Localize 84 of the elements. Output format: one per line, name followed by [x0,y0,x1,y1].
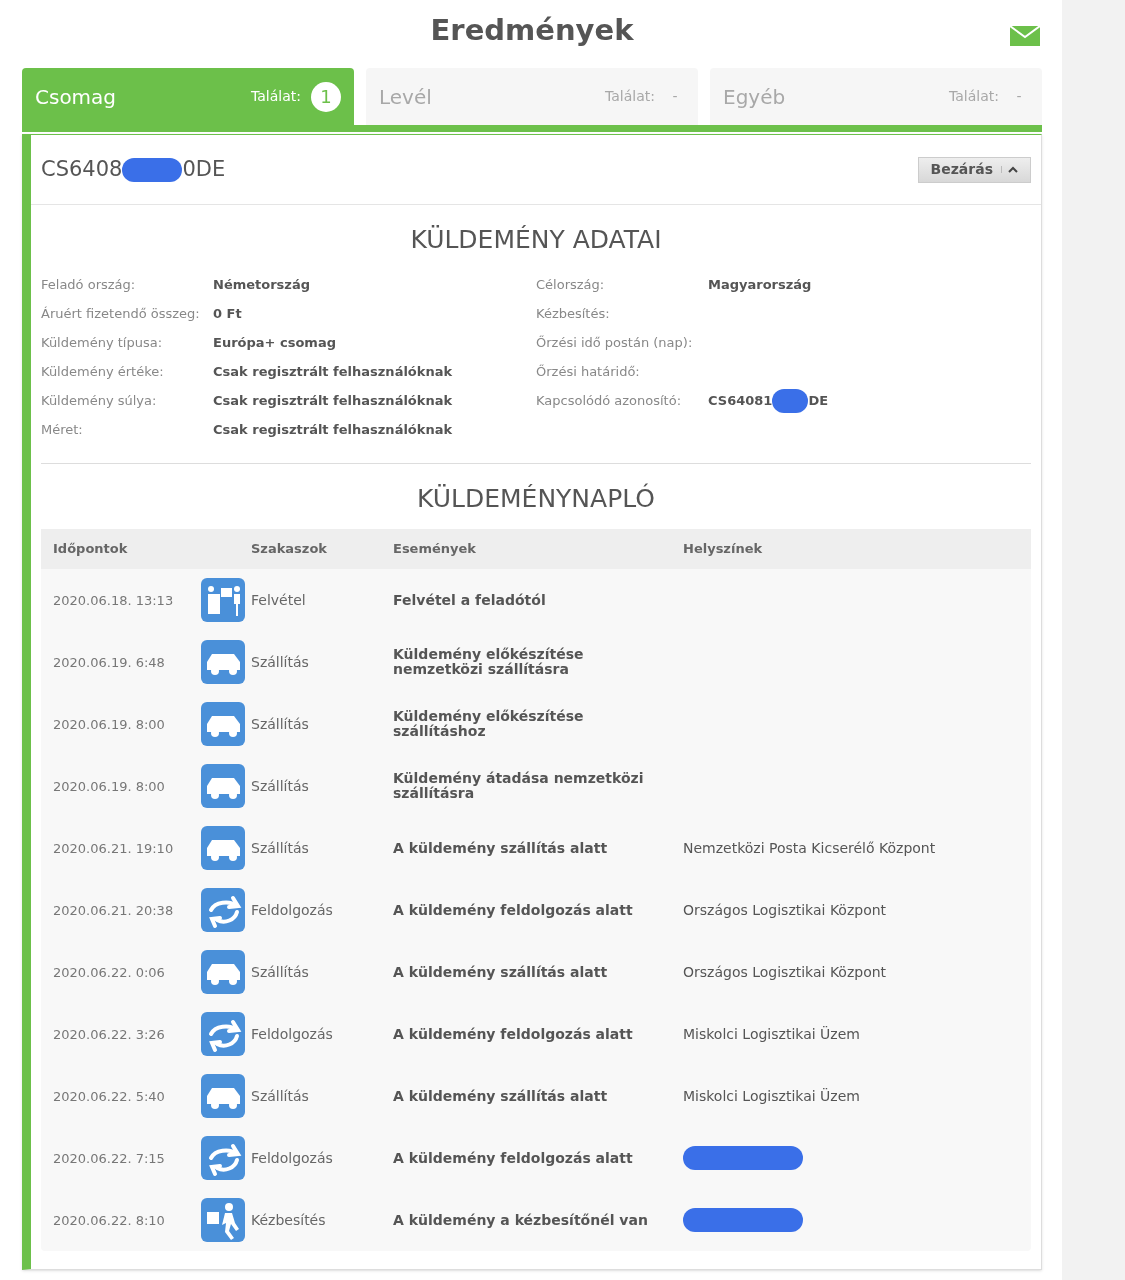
stage-cell-text: Szállítás [250,776,310,796]
field-value: DE [808,392,829,411]
column-header: Időpontok [53,540,129,559]
location-cell: Országos Logisztikai Központ [683,964,887,980]
stage-cell-text: Felvétel [250,590,307,610]
stage-cell-text: Feldolgozás [250,1148,334,1168]
tracking-number: 0DE [182,155,226,183]
time-cell-text: 2020.06.21. 19:10 [53,841,175,855]
chevron-up-icon [1008,166,1018,173]
column-header: Szakaszok [250,540,328,559]
event-cell-text: A küldemény feldolgozás alatt [393,1150,634,1166]
event-cell-text: Felvétel a feladótól [393,592,547,608]
field-label: Kapcsolódó azonosító: [536,392,683,411]
time-cell-text: 2020.06.22. 3:26 [53,1027,166,1041]
location-cell: Miskolci Logisztikai Üzem [683,1026,860,1042]
event-cell-text: A küldemény feldolgozás alatt [393,902,634,918]
category-tab[interactable]: Levél Találat: - [366,68,698,125]
van-icon [201,950,245,994]
tracking-number: CS6408 [41,155,123,183]
section-title: KÜLDEMÉNYNAPLÓ [416,482,656,515]
location-cell: Országos Logisztikai Központ [683,902,887,918]
field-value: Csak regisztrált felhasználóknak [213,392,453,411]
van-icon [201,826,245,870]
time-cell-text: 2020.06.19. 8:00 [53,779,166,793]
event-cell-text: Küldemény előkészítése szállításhoz [393,709,585,739]
time-cell-text: 2020.06.19. 6:48 [53,655,166,669]
event-cell-text: A küldemény szállítás alatt [393,840,609,856]
field-label: Áruért fizetendő összeg: [41,305,201,324]
event-cell-text: Küldemény előkészítése nemzetközi szállításra [393,647,585,677]
field-value: Németország [213,276,310,295]
stage-cell-text: Szállítás [250,714,310,734]
field-label: Őrzési idő postán (nap): [536,334,694,353]
time-cell-text: 2020.06.21. 20:38 [53,903,175,917]
close-button[interactable]: Bezárás [917,156,1031,183]
circular-arrows-icon [201,1012,245,1056]
field-value: Csak regisztrált felhasználóknak [213,421,453,440]
event-cell-text: A küldemény szállítás alatt [393,964,609,980]
field-label: Küldemény típusa: [41,334,164,353]
time-cell-text: 2020.06.22. 7:15 [53,1151,166,1165]
category-tab[interactable]: Egyéb Találat: - [710,68,1042,125]
field-label: Célország: [536,276,606,295]
event-cell-text: Küldemény átadása nemzetközi szállításra [393,771,645,801]
van-icon [201,764,245,808]
field-value: Csak regisztrált felhasználóknak [213,363,453,382]
field-value: 0 Ft [213,305,242,324]
stage-cell-text: Feldolgozás [250,900,334,920]
stage-cell-text: Szállítás [250,652,310,672]
page-title: Eredmények [430,12,634,50]
circular-arrows-icon [201,1136,245,1180]
field-label: Feladó ország: [41,276,137,295]
event-cell-text: A küldemény a kézbesítőnél van [393,1212,649,1228]
field-label: Küldemény értéke: [41,363,165,382]
field-label: Őrzési határidő: [536,363,641,382]
location-cell: Miskolci Logisztikai Üzem [683,1088,860,1104]
stage-cell-text: Szállítás [250,962,310,982]
time-cell-text: 2020.06.19. 8:00 [53,717,166,731]
stage-cell-text: Feldolgozás [250,1024,334,1044]
van-icon [201,702,245,746]
field-value: Magyarország [708,276,812,295]
column-header: Események [393,540,477,559]
field-value: CS64081 [708,392,773,411]
field-label: Küldemény súlya: [41,392,158,411]
time-cell-text: 2020.06.22. 8:10 [53,1213,166,1227]
event-cell-text: A küldemény szállítás alatt [393,1088,609,1104]
event-cell-text: A küldemény feldolgozás alatt [393,1026,634,1042]
stage-cell-text: Szállítás [250,838,310,858]
courier-running-icon [201,1198,245,1242]
circular-arrows-icon [201,888,245,932]
section-title: KÜLDEMÉNY ADATAI [409,224,663,256]
mail-icon[interactable] [1010,26,1040,46]
location-cell: Nemzetközi Posta Kicserélő Központ [683,840,936,856]
time-cell-text: 2020.06.18. 13:13 [53,593,175,607]
stage-cell-text: Szállítás [250,1086,310,1106]
stage-cell-text: Kézbesítés [250,1210,327,1230]
column-header: Helyszínek [683,540,764,559]
field-label: Méret: [41,421,84,440]
field-label: Kézbesítés: [536,305,611,324]
van-icon [201,1074,245,1118]
field-value: Európa+ csomag [213,334,336,353]
category-tab[interactable]: Csomag Találat: 1 [22,68,354,125]
time-cell-text: 2020.06.22. 5:40 [53,1089,166,1103]
time-cell-text: 2020.06.22. 0:06 [53,965,166,979]
van-icon [201,640,245,684]
counter-and-person-icon [201,578,245,622]
